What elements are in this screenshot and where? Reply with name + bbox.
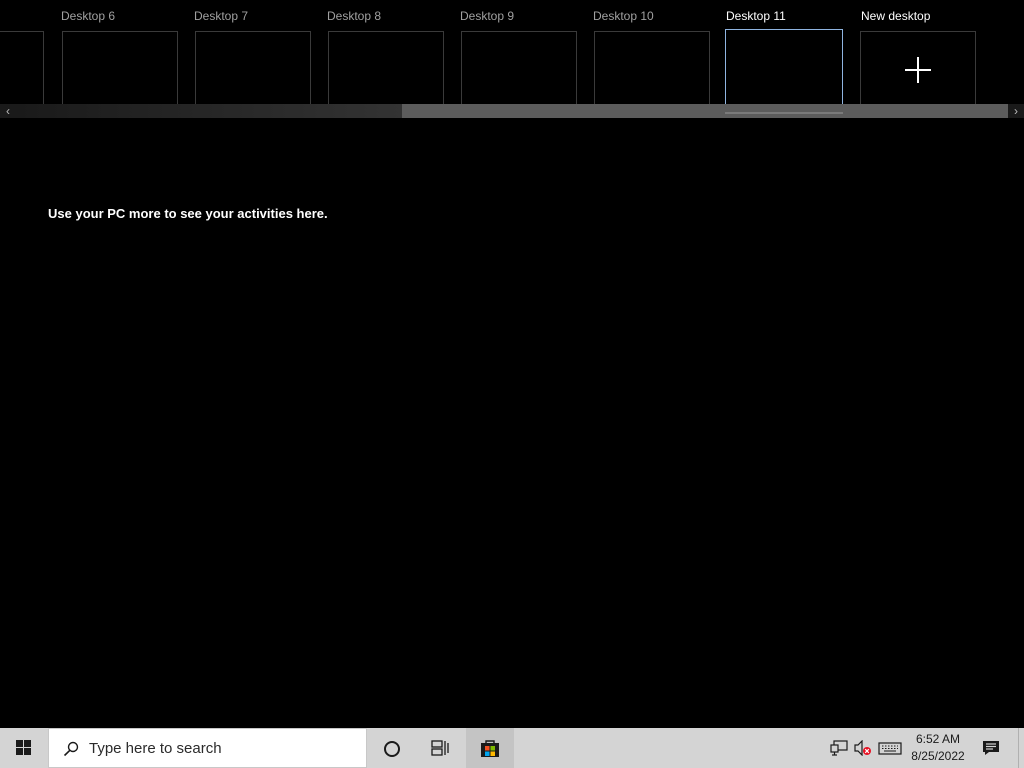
microsoft-store-icon [481, 740, 499, 757]
desktop-label: Desktop 7 [194, 9, 249, 23]
start-button[interactable] [0, 728, 48, 768]
cortana-icon [384, 741, 400, 757]
desktop-preview[interactable] [725, 29, 843, 105]
action-center-icon [983, 741, 999, 755]
desktop-label: Desktop 11 [726, 9, 786, 23]
desktop-7[interactable]: Desktop 7 [194, 0, 311, 105]
network-icon[interactable] [830, 740, 848, 756]
new-desktop-button[interactable]: New desktop [860, 0, 977, 105]
desktop-strip-scrollbar[interactable]: ‹ › [0, 104, 1024, 118]
desktop-label: Desktop 8 [327, 9, 382, 23]
volume-muted-icon[interactable] [854, 740, 872, 756]
search-icon [63, 741, 79, 757]
desktop-preview[interactable] [0, 31, 44, 105]
keyboard-icon[interactable] [878, 740, 902, 756]
microsoft-store-button[interactable] [466, 728, 514, 768]
new-desktop-label: New desktop [861, 9, 931, 23]
new-desktop-tile[interactable] [860, 31, 976, 105]
virtual-desktop-strip: Desktop 6 Desktop 7 Desktop 8 Desktop 9 … [0, 0, 1024, 105]
task-view-button[interactable] [416, 728, 462, 768]
taskbar: Type here to search 6:52 AM 8/25/2022 [0, 728, 1024, 768]
search-placeholder: Type here to search [89, 740, 222, 757]
desktop-preview[interactable] [62, 31, 178, 105]
desktop-preview[interactable] [195, 31, 311, 105]
desktop-9[interactable]: Desktop 9 [460, 0, 577, 105]
desktop-label: Desktop 9 [460, 9, 515, 23]
activities-empty-message: Use your PC more to see your activities … [48, 206, 328, 221]
scroll-right-button[interactable]: › [1008, 104, 1024, 118]
desktop-11-current[interactable]: Desktop 11 [725, 0, 843, 105]
clock-date: 8/25/2022 [911, 749, 965, 763]
show-desktop-button[interactable] [1018, 728, 1024, 768]
desktop-6[interactable]: Desktop 6 [61, 0, 178, 105]
action-center-button[interactable] [978, 728, 1006, 768]
task-view-icon [431, 740, 449, 756]
scrollbar-thumb[interactable] [402, 104, 1008, 118]
current-desktop-indicator [725, 112, 843, 114]
desktop-label: Desktop 10 [593, 9, 654, 23]
desktop-preview[interactable] [328, 31, 444, 105]
desktop-10[interactable]: Desktop 10 [593, 0, 710, 105]
desktop-preview[interactable] [461, 31, 577, 105]
taskbar-clock[interactable]: 6:52 AM 8/25/2022 [904, 731, 972, 765]
plus-icon [905, 57, 931, 83]
scrollbar-track[interactable] [16, 104, 402, 118]
task-view-screen: Desktop 6 Desktop 7 Desktop 8 Desktop 9 … [0, 0, 1024, 768]
desktop-preview[interactable] [594, 31, 710, 105]
clock-time: 6:52 AM [915, 732, 961, 746]
scroll-left-button[interactable]: ‹ [0, 104, 16, 118]
taskbar-search-box[interactable]: Type here to search [48, 728, 367, 768]
windows-logo-icon [16, 740, 32, 756]
desktop-8[interactable]: Desktop 8 [327, 0, 444, 105]
desktop-5-thumbnail-partial[interactable] [0, 0, 44, 105]
desktop-label: Desktop 6 [61, 9, 116, 23]
cortana-button[interactable] [370, 728, 414, 768]
